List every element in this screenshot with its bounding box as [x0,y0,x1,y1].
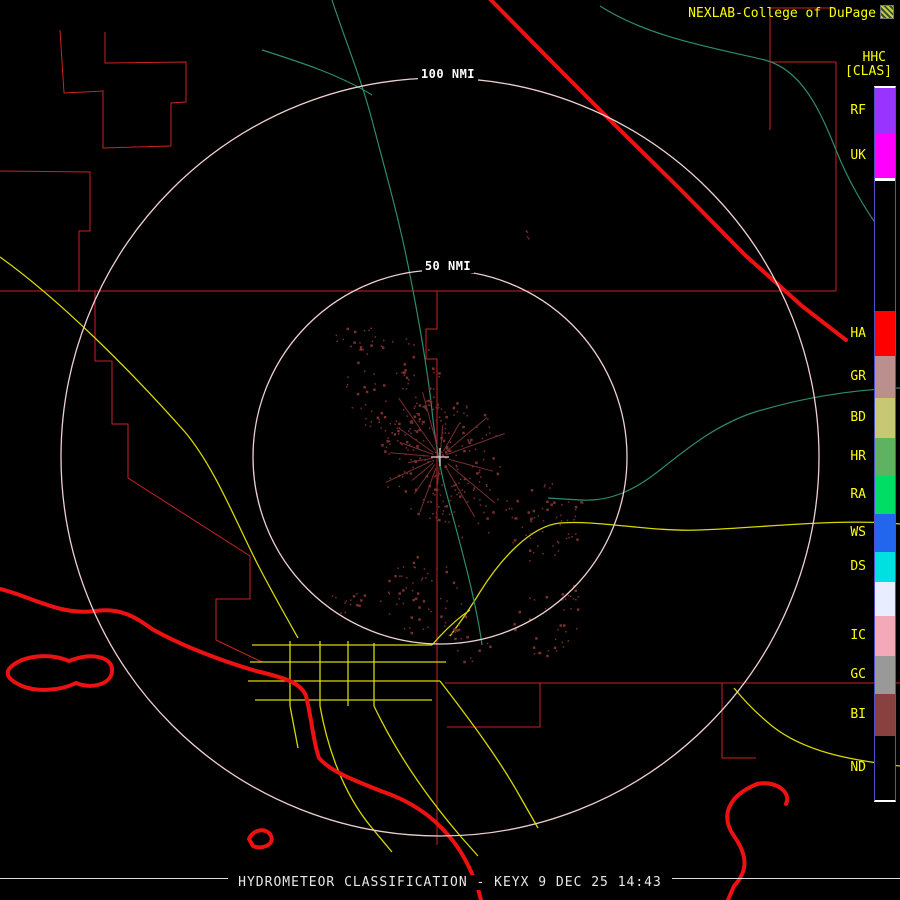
legend-label-bi: BI [850,707,866,722]
rivers [261,0,900,646]
highways [0,256,900,857]
legend-segment-rf [875,88,895,133]
legend-segment-11 [875,582,895,616]
legend-label-gr: GR [850,369,866,384]
legend-label-rf: RF [850,102,866,118]
ring-label-100: 100 NMI [421,67,475,81]
legend-label-hr: HR [850,449,866,464]
center-crosshair [431,448,449,466]
interstate-highways [0,0,848,900]
legend-segment-ws [875,514,895,552]
legend-segment-ra [875,476,895,514]
legend-bar [874,86,896,802]
legend-segment-hr [875,438,895,476]
product-code: HHC [862,50,886,65]
legend-label-ha: HA [850,325,866,341]
legend-label-gc: GC [850,667,866,682]
product-tag: [CLAS] [845,64,892,79]
radar-echoes [331,230,584,664]
legend-label-bd: BD [850,410,866,425]
legend-segment-gc [875,656,895,694]
radar-screen: 100 NMI 50 NMI NEXLAB-College of DuPage … [0,0,900,900]
footer-title: HYDROMETEOR CLASSIFICATION - KEYX 9 DEC … [228,875,672,890]
legend-segment-ds [875,552,895,582]
legend-segment-3 [875,181,895,311]
legend-label-uk: UK [850,147,866,163]
legend-label-ws: WS [850,525,866,540]
legend-label-nd: ND [850,760,866,775]
legend-segment-gr [875,356,895,398]
brand-text: NEXLAB-College of DuPage [688,6,876,21]
radar-map: 100 NMI 50 NMI [0,0,900,900]
legend-label-ra: RA [850,487,866,502]
footer: HYDROMETEOR CLASSIFICATION - KEYX 9 DEC … [0,871,900,890]
legend-segment-nd [875,736,895,800]
legend-label-ic: IC [850,628,866,643]
ring-label-50: 50 NMI [425,259,471,273]
legend-segment-bi [875,694,895,736]
brand-icon [880,5,894,19]
legend-segment-ic [875,616,895,656]
legend-segment-ha [875,311,895,356]
legend-label-ds: DS [850,559,866,574]
legend-segment-bd [875,398,895,438]
range-rings [60,77,820,837]
legend-segment-uk [875,133,895,178]
